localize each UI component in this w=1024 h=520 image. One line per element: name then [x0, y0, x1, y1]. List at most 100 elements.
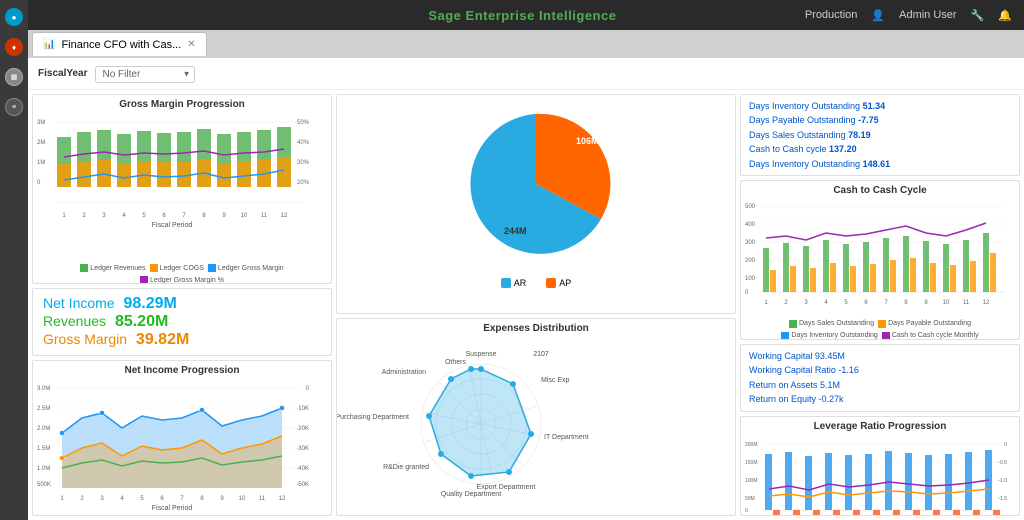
svg-text:2M: 2M	[37, 140, 45, 146]
svg-text:-0.5: -0.5	[998, 460, 1007, 466]
cash-cycle-legend: Days Sales Outstanding Days Payable Outs…	[745, 318, 1015, 340]
kpi-block: Net Income 98.29M Revenues 85.20M Gross …	[32, 288, 332, 356]
legend-gm-label: Ledger Gross Margin	[218, 265, 284, 272]
sidebar-icon-menu[interactable]: ≡	[5, 98, 23, 116]
svg-text:9: 9	[924, 300, 928, 306]
cash-cycle-panel: Cash to Cash Cycle 500 400 300 200 100 0	[740, 180, 1020, 340]
revenues-value: 85.20M	[115, 313, 168, 330]
legend-gm: Ledger Gross Margin	[208, 264, 284, 272]
svg-text:0: 0	[37, 180, 41, 186]
svg-text:Suspense: Suspense	[465, 351, 496, 358]
stat-days-inventory2: Days Inventory Outstanding 148.61	[749, 157, 1011, 171]
sidebar: ● ♦ ▦ ≡	[0, 0, 28, 520]
legend-dso-label: Days Sales Outstanding	[799, 320, 874, 327]
svg-text:10: 10	[239, 496, 246, 502]
svg-text:0: 0	[745, 290, 749, 296]
filter-select-wrapper[interactable]: No Filter	[95, 64, 195, 83]
svg-text:8: 8	[904, 300, 908, 306]
leverage-title: Leverage Ratio Progression	[745, 421, 1015, 432]
svg-text:Export Department: Export Department	[477, 484, 536, 491]
topbar: Sage Enterprise Intelligence Production …	[28, 0, 1024, 30]
settings-icon[interactable]: 🔧	[971, 9, 985, 22]
stat-days-sales: Days Sales Outstanding 78.19	[749, 128, 1011, 142]
stat-days-inventory-value: 51.34	[863, 101, 886, 111]
pie-labels: AR AP	[501, 278, 572, 288]
legend-dso: Days Sales Outstanding	[789, 320, 874, 328]
net-income-panel: Net Income Progression 3.0M 2.5M 2.0M 1.…	[32, 360, 332, 516]
wc-roa-value: 5.1M	[820, 380, 840, 390]
svg-text:3: 3	[102, 213, 106, 219]
svg-text:1: 1	[764, 300, 768, 306]
svg-text:5: 5	[140, 496, 144, 502]
svg-text:Quality Department: Quality Department	[441, 491, 501, 498]
svg-text:7: 7	[182, 213, 186, 219]
main-tab[interactable]: 📊 Finance CFO with Cas... ✕	[32, 32, 207, 56]
cash-cycle-chart: 500 400 300 200 100 0	[745, 198, 1013, 313]
gross-margin-chart: 3M 2M 1M 0 50% 40% 30% 20%	[37, 112, 325, 257]
svg-text:50%: 50%	[297, 120, 310, 126]
svg-text:2.5M: 2.5M	[37, 406, 50, 412]
svg-text:300: 300	[745, 240, 756, 246]
tab-label: Finance CFO with Cas...	[61, 39, 181, 51]
svg-text:9: 9	[220, 496, 224, 502]
main-area: Sage Enterprise Intelligence Production …	[28, 0, 1024, 520]
legend-exp: Ledger Expenses	[137, 515, 201, 516]
svg-text:Administration: Administration	[382, 369, 426, 376]
legend-dpo-label: Days Payable Outstanding	[888, 320, 971, 327]
net-income-value: 98.29M	[123, 295, 176, 312]
legend-dio: Days Inventory Outstanding	[781, 332, 877, 340]
revenues-kpi: Revenues 85.20M	[43, 313, 321, 331]
stat-days-payable: Days Payable Outstanding -7.75	[749, 113, 1011, 127]
svg-text:500: 500	[745, 204, 756, 210]
fiscal-year-filter[interactable]: No Filter	[95, 66, 195, 83]
svg-text:10: 10	[943, 300, 950, 306]
svg-text:12: 12	[281, 213, 288, 219]
net-income-kpi: Net Income 98.29M	[43, 295, 321, 313]
svg-text:9: 9	[222, 213, 226, 219]
svg-text:1: 1	[60, 496, 64, 502]
svg-text:1M: 1M	[37, 160, 45, 166]
legend-profit-pct-label: Ledger Net Income Profit %	[215, 516, 301, 517]
svg-text:0: 0	[1004, 442, 1007, 448]
filter-row: FiscalYear No Filter	[28, 58, 1024, 90]
app-title: Sage Enterprise Intelligence	[428, 8, 616, 23]
svg-text:4: 4	[122, 213, 126, 219]
legend-profit-pct: Ledger Net Income Profit %	[205, 515, 301, 516]
svg-text:Fiscal Period: Fiscal Period	[152, 505, 193, 512]
sidebar-icon-home[interactable]: ●	[5, 8, 23, 26]
svg-text:200: 200	[745, 258, 756, 264]
filter-label: FiscalYear	[38, 68, 87, 79]
svg-text:2: 2	[80, 496, 84, 502]
svg-text:12: 12	[279, 496, 286, 502]
svg-text:-20K: -20K	[296, 426, 309, 432]
working-capital-panel: Working Capital 93.45M Working Capital R…	[740, 344, 1020, 412]
svg-text:6: 6	[162, 213, 166, 219]
pie-chart-panel: 106M 244M AR AP	[336, 94, 736, 314]
stat-days-inventory2-value: 148.61	[863, 159, 891, 169]
svg-text:7: 7	[884, 300, 888, 306]
svg-text:IT Department: IT Department	[544, 434, 589, 441]
leverage-chart: 200M 150M 100M 50M 0 -50M -150M 0 -0.5 -…	[745, 434, 1013, 516]
svg-text:-1.5: -1.5	[998, 496, 1007, 502]
net-income-label: Net Income	[43, 295, 115, 311]
legend-gm-pct: Ledger Gross Margin %	[140, 276, 224, 284]
wc-working-capital: Working Capital 93.45M	[749, 349, 1011, 363]
legend-ctc: Cash to Cash cycle Monthly	[882, 332, 979, 340]
svg-text:100: 100	[745, 276, 756, 282]
ar-label: AR	[514, 278, 527, 288]
leverage-panel: Leverage Ratio Progression 200M 150M 100…	[740, 416, 1020, 516]
expenses-panel: Expenses Distribution	[336, 318, 736, 516]
svg-text:30%: 30%	[297, 160, 310, 166]
sidebar-icon-grid[interactable]: ▦	[5, 68, 23, 86]
topbar-right: Production 👤 Admin User 🔧 🔔	[805, 9, 1012, 22]
sidebar-icon-pin[interactable]: ♦	[5, 38, 23, 56]
svg-text:50M: 50M	[745, 496, 755, 502]
svg-text:150M: 150M	[745, 460, 758, 466]
wc-roe-value: -0.27k	[819, 394, 844, 404]
bell-icon[interactable]: 🔔	[998, 9, 1012, 22]
tab-close-button[interactable]: ✕	[187, 39, 195, 50]
stat-days-sales-value: 78.19	[848, 130, 871, 140]
wc-roe: Return on Equity -0.27k	[749, 392, 1011, 406]
wc-roa: Return on Assets 5.1M	[749, 378, 1011, 392]
svg-text:10: 10	[241, 213, 248, 219]
